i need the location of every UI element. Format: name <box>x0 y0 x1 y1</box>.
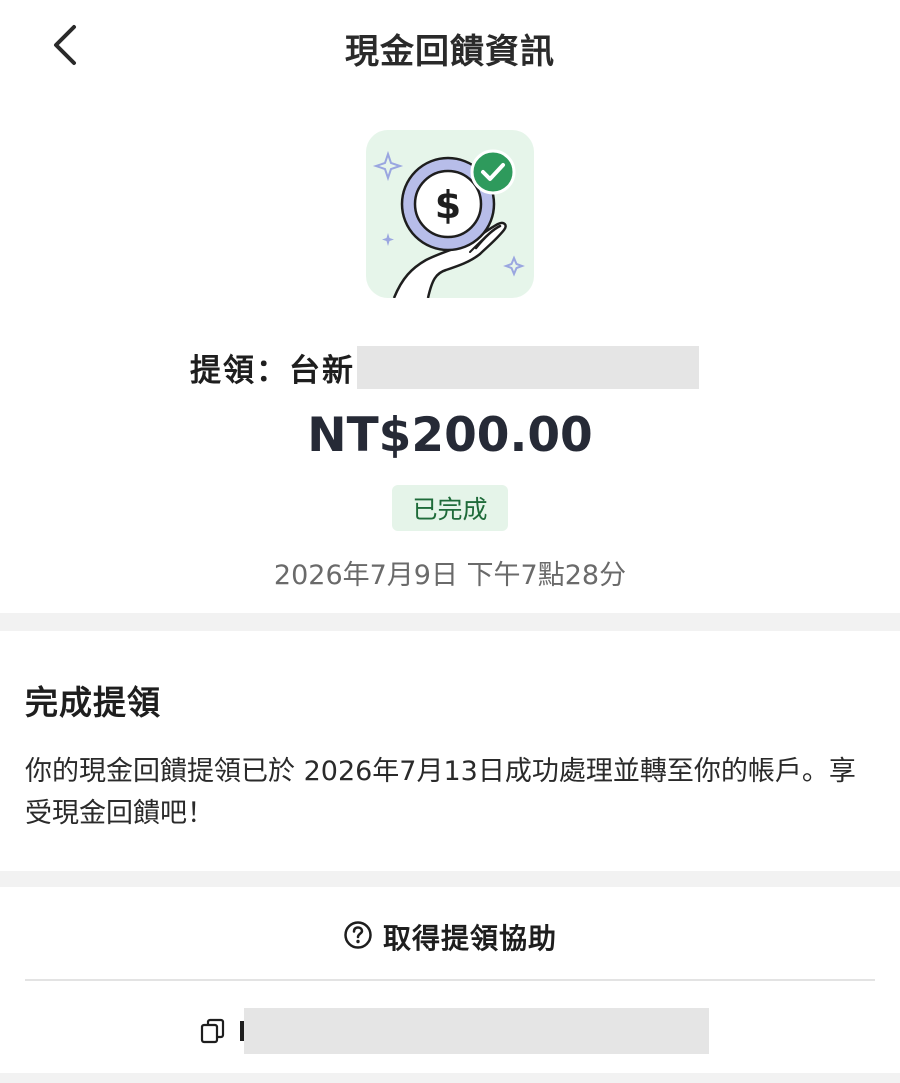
question-circle-icon <box>343 920 373 954</box>
withdrawal-label: 提領：台新 <box>190 352 355 389</box>
svg-text:$: $ <box>435 183 461 227</box>
withdrawal-amount: NT$200.00 <box>307 408 593 463</box>
status-badge: 已完成 <box>392 485 508 531</box>
check-circle-icon <box>470 149 516 195</box>
copy-icon[interactable] <box>200 1018 226 1044</box>
completion-section: 完成提領 你的現金回饋提領已於 2026年7月13日成功處理並轉至你的帳戶。享受… <box>0 631 900 871</box>
cashback-coin-hand-icon: $ <box>372 149 525 298</box>
withdrawal-timestamp: 2026年7月9日 下午7點28分 <box>273 560 627 591</box>
help-label: 取得提領協助 <box>382 922 557 955</box>
cashback-illustration: $ <box>366 130 534 298</box>
summary-section: 現金回饋資訊 $ 提領：台新 NT$200.00 已完成 2026年7月9日 下… <box>0 0 900 613</box>
withdrawal-destination: 提領：台新 <box>190 344 699 390</box>
redacted-account-name <box>357 345 699 389</box>
page-title: 現金回饋資訊 <box>345 32 555 72</box>
help-section: 取得提領協助 <box>0 887 900 1073</box>
redacted-reference-id <box>244 1008 709 1054</box>
get-withdrawal-help-button[interactable]: 取得提領協助 <box>0 915 900 959</box>
completion-heading: 完成提領 <box>25 683 161 722</box>
completion-body: 你的現金回饋提領已於 2026年7月13日成功處理並轉至你的帳戶。享受現金回饋吧… <box>25 756 856 829</box>
divider <box>25 979 875 981</box>
reference-row <box>200 1007 709 1055</box>
